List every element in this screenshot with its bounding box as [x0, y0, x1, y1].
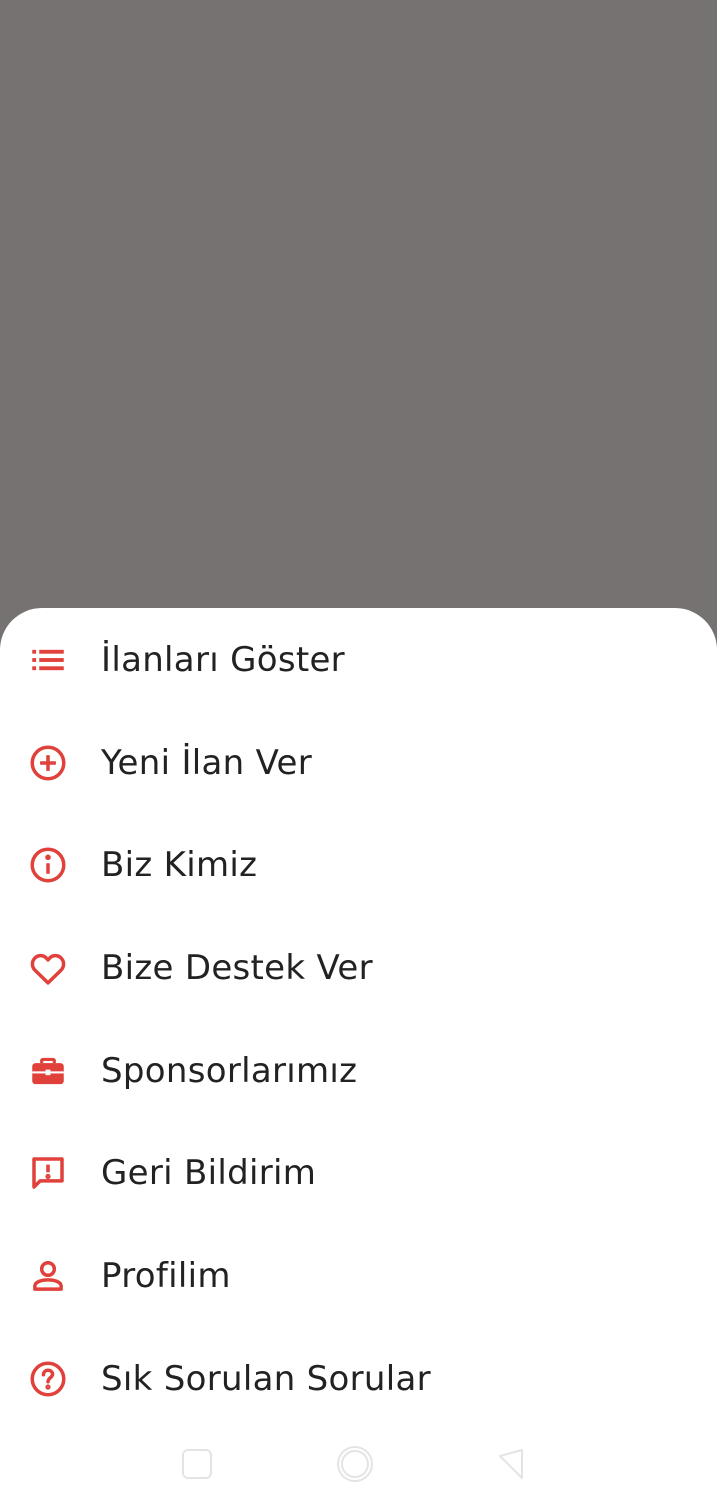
person-icon	[27, 1255, 69, 1297]
back-icon	[492, 1444, 532, 1484]
briefcase-icon	[27, 1050, 69, 1092]
back-button[interactable]	[492, 1444, 532, 1484]
menu-item-label: Biz Kimiz	[101, 845, 258, 885]
menu-item-profilim[interactable]: Profilim	[0, 1228, 717, 1324]
menu-item-biz-kimiz[interactable]: Biz Kimiz	[0, 817, 717, 913]
system-navigation-bar	[0, 1430, 717, 1504]
menu-item-label: Sık Sorulan Sorular	[101, 1359, 431, 1399]
menu-item-geri-bildirim[interactable]: Geri Bildirim	[0, 1125, 717, 1221]
recent-apps-button[interactable]	[177, 1444, 217, 1484]
menu-item-sponsorlarimiz[interactable]: Sponsorlarımız	[0, 1023, 717, 1119]
menu-item-label: Bize Destek Ver	[101, 948, 373, 988]
menu-item-label: Yeni İlan Ver	[101, 743, 313, 783]
menu-item-bize-destek-ver[interactable]: Bize Destek Ver	[0, 920, 717, 1016]
menu-item-yeni-ilan-ver[interactable]: Yeni İlan Ver	[0, 715, 717, 811]
menu-item-label: İlanları Göster	[101, 640, 345, 680]
feedback-icon	[27, 1152, 69, 1194]
menu-item-label: Geri Bildirim	[101, 1153, 317, 1193]
menu-item-label: Sponsorlarımız	[101, 1051, 358, 1091]
add-circle-icon	[27, 742, 69, 784]
modal-scrim[interactable]	[0, 0, 717, 640]
list-icon	[27, 639, 69, 681]
recent-apps-icon	[177, 1444, 217, 1484]
bottom-sheet-menu: İlanları Göster Yeni İlan Ver Biz Kimiz …	[0, 608, 717, 1504]
help-icon	[27, 1358, 69, 1400]
menu-item-ilanlari-goster[interactable]: İlanları Göster	[0, 612, 717, 708]
menu-item-sik-sorulan-sorular[interactable]: Sık Sorulan Sorular	[0, 1331, 717, 1427]
home-icon	[335, 1444, 375, 1484]
screen: İlanları Göster Yeni İlan Ver Biz Kimiz …	[0, 0, 717, 1504]
menu-item-label: Profilim	[101, 1256, 231, 1296]
heart-icon	[27, 947, 69, 989]
home-button[interactable]	[335, 1444, 375, 1484]
info-icon	[27, 844, 69, 886]
